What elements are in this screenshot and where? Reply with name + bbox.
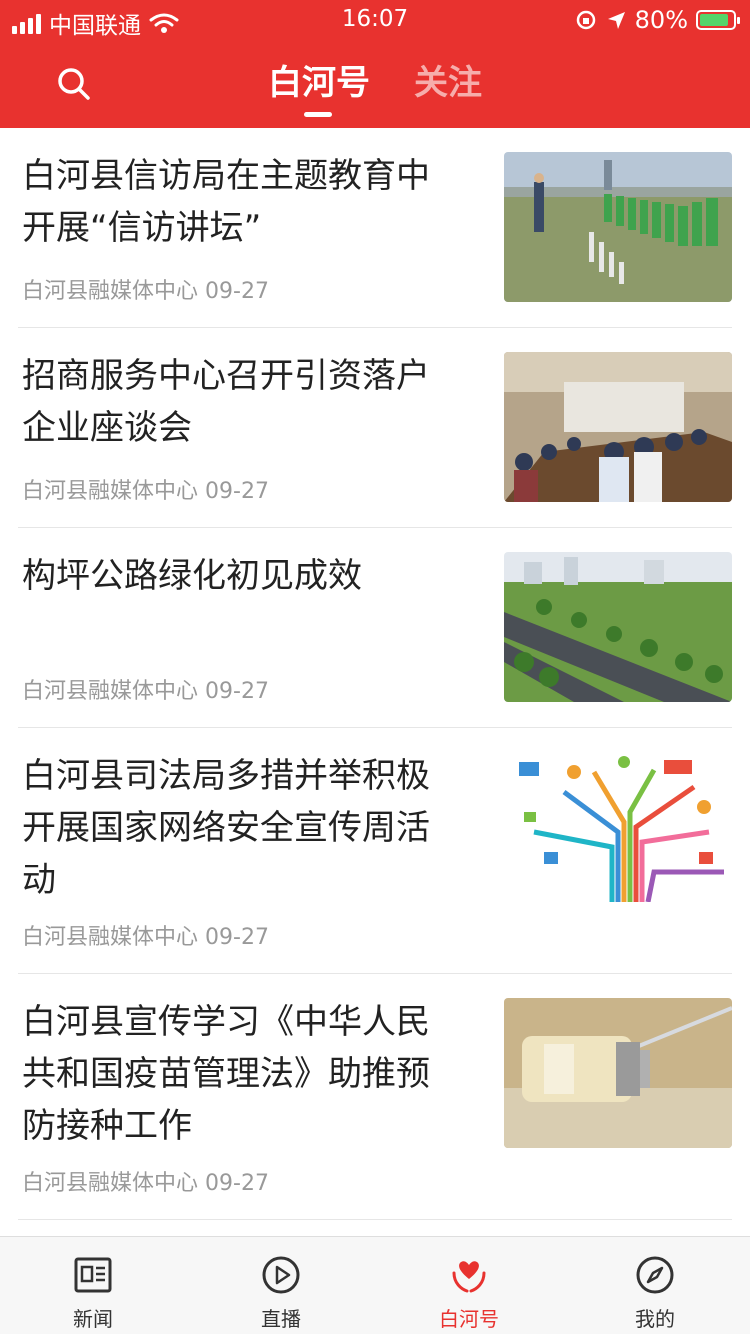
item-title: 白河县信访局在主题教育中开展“信访讲坛”	[22, 156, 430, 248]
orientation-lock-icon	[576, 10, 595, 30]
item-meta: 白河县融媒体中心 09-27	[22, 1165, 269, 1197]
news-feed: 白河县信访局在主题教育中开展“信访讲坛” 白河县融媒体中心 09-27 招商服务…	[0, 128, 750, 1220]
tab-mine-label: 我的	[635, 1307, 675, 1331]
status-bar: 中国联通 16:07 80%	[0, 0, 750, 40]
location-icon	[607, 12, 625, 29]
tab-baihehao[interactable]: 白河号	[268, 60, 370, 106]
header: 中国联通 16:07 80% 白河号 关注	[0, 0, 750, 128]
item-source: 白河县融媒体中心	[22, 679, 199, 704]
heart-hands-icon	[452, 1261, 486, 1293]
thumbnail-image	[504, 552, 732, 702]
item-meta: 白河县融媒体中心 09-27	[22, 273, 269, 305]
active-tab-indicator	[304, 112, 332, 117]
item-title: 白河县司法局多措并举积极开展国家网络安全宣传周活动	[22, 756, 430, 900]
item-title: 构坪公路绿化初见成效	[22, 556, 362, 596]
item-meta: 白河县融媒体中心 09-27	[22, 473, 269, 505]
battery-icon	[696, 10, 740, 30]
thumbnail-image	[504, 152, 732, 302]
item-title: 招商服务中心召开引资落户企业座谈会	[22, 356, 430, 448]
item-date: 09-27	[205, 679, 269, 704]
tab-mine[interactable]: 我的	[595, 1237, 715, 1334]
battery-percent: 80%	[634, 6, 688, 34]
item-source: 白河县融媒体中心	[22, 479, 199, 504]
news-icon	[74, 1257, 112, 1293]
list-item[interactable]: 构坪公路绿化初见成效 白河县融媒体中心 09-27	[18, 528, 732, 728]
status-right: 80%	[575, 6, 740, 34]
tab-news-label: 新闻	[73, 1307, 113, 1331]
tab-live[interactable]: 直播	[221, 1237, 341, 1334]
list-item[interactable]: 白河县信访局在主题教育中开展“信访讲坛” 白河县融媒体中心 09-27	[18, 128, 732, 328]
item-date: 09-27	[205, 479, 269, 504]
item-date: 09-27	[205, 1171, 269, 1196]
thumbnail-image	[504, 752, 732, 902]
tab-live-label: 直播	[261, 1307, 301, 1331]
item-meta: 白河县融媒体中心 09-27	[22, 919, 269, 951]
item-title: 白河县宣传学习《中华人民共和国疫苗管理法》助推预防接种工作	[22, 1002, 430, 1146]
thumbnail-image	[504, 352, 732, 502]
tab-baihehao-label: 白河号	[439, 1307, 499, 1331]
item-source: 白河县融媒体中心	[22, 279, 199, 304]
list-item[interactable]: 白河县司法局多措并举积极开展国家网络安全宣传周活动 白河县融媒体中心 09-27	[18, 728, 732, 974]
compass-icon	[636, 1256, 674, 1294]
list-item[interactable]: 招商服务中心召开引资落户企业座谈会 白河县融媒体中心 09-27	[18, 328, 732, 528]
item-meta: 白河县融媒体中心 09-27	[22, 673, 269, 705]
bottom-tab-bar: 新闻 直播 白河号 我的	[0, 1236, 750, 1334]
item-source: 白河县融媒体中心	[22, 1171, 199, 1196]
tab-news[interactable]: 新闻	[33, 1237, 153, 1334]
item-date: 09-27	[205, 279, 269, 304]
tab-follow[interactable]: 关注	[414, 60, 482, 106]
list-item[interactable]: 白河县宣传学习《中华人民共和国疫苗管理法》助推预防接种工作 白河县融媒体中心 0…	[18, 974, 732, 1220]
play-icon	[262, 1256, 300, 1294]
item-date: 09-27	[205, 925, 269, 950]
item-source: 白河县融媒体中心	[22, 925, 199, 950]
thumbnail-image	[504, 998, 732, 1148]
tab-baihehao-bottom[interactable]: 白河号	[409, 1237, 529, 1334]
header-tabs: 白河号 关注	[0, 60, 750, 120]
